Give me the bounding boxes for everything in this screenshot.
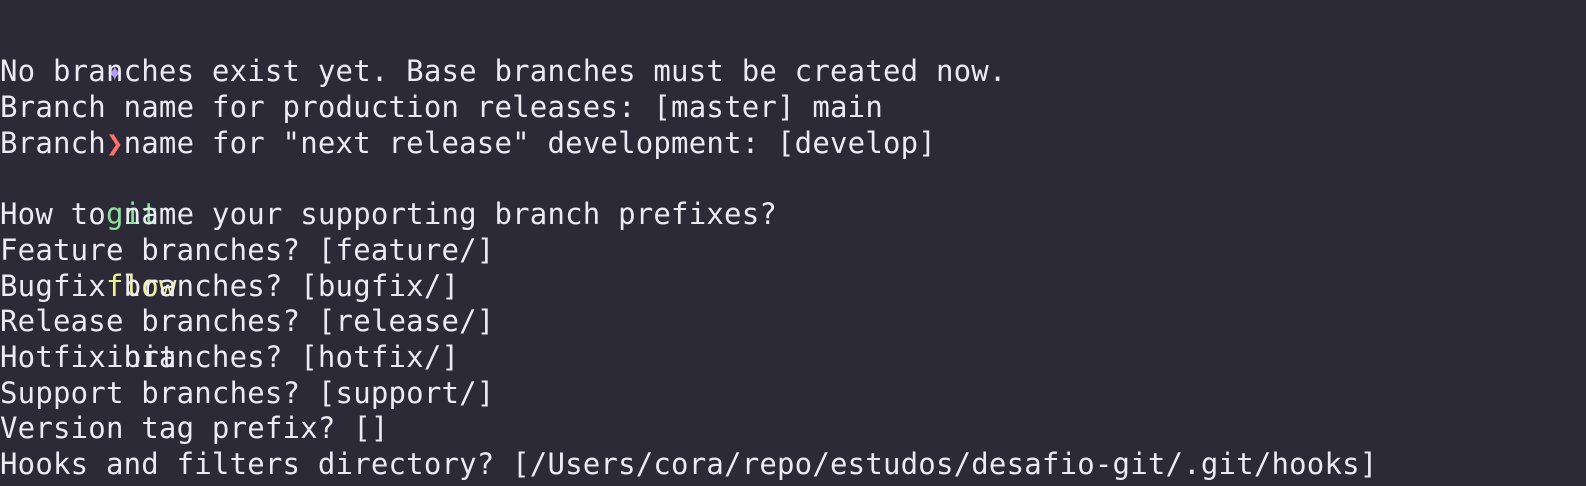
output-line-prefixes-question: How to name your supporting branch prefi… — [0, 197, 778, 232]
output-line-blank — [0, 161, 1377, 197]
output-line-hotfix: Hotfix branches? [hotfix/] — [0, 339, 460, 374]
output-line-hooks: Hooks and filters directory? [/Users/cor… — [0, 446, 1378, 481]
prev-prompt-yellow — [106, 19, 124, 53]
terminal-window[interactable]: ✦ ❯ git flow init No branches exist yet.… — [0, 0, 1586, 486]
output-line-release: Release branches? [release/] — [0, 304, 495, 339]
output-line-production-branch: Branch name for production releases: [ma… — [0, 90, 883, 125]
output-line-no-branches: No branches exist yet. Base branches mus… — [0, 54, 1007, 89]
output-line-feature: Feature branches? [feature/] — [0, 232, 495, 267]
terminal-output: ✦ ❯ git flow init No branches exist yet.… — [0, 0, 1377, 483]
output-line-version-tag: Version tag prefix? [] — [0, 411, 389, 446]
command-line: ✦ ❯ git flow init — [0, 19, 1377, 374]
previous-prompt-line — [0, 0, 1377, 19]
output-line-support: Support branches? [support/] — [0, 375, 495, 410]
output-line-next-release-branch: Branch name for "next release" developme… — [0, 125, 936, 160]
output-line-bugfix: Bugfix branches? [bugfix/] — [0, 268, 460, 303]
